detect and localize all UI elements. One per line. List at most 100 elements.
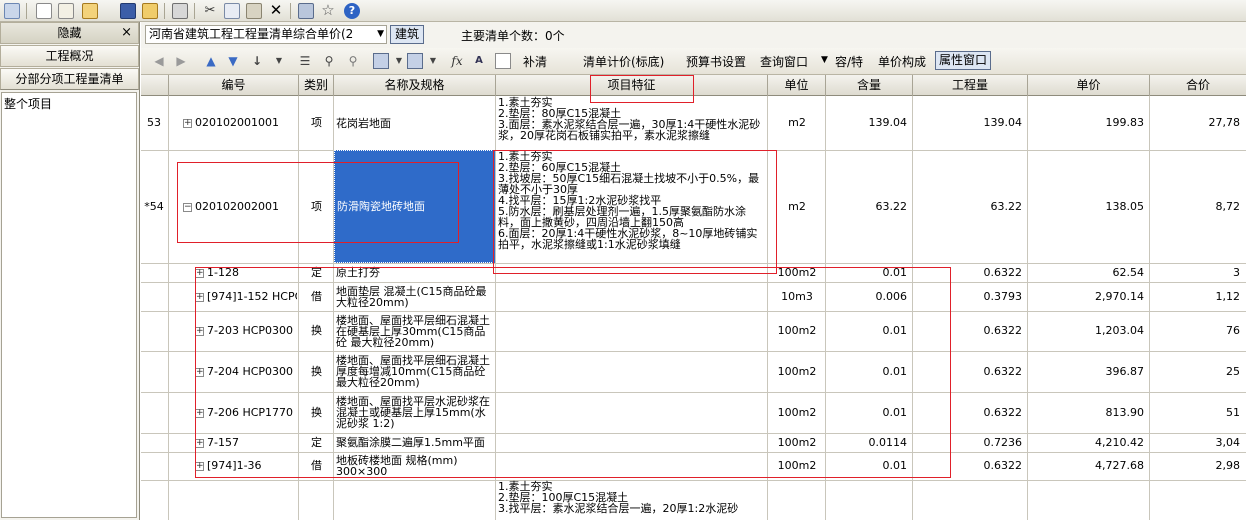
cell-total[interactable]: 8,72 (1152, 150, 1244, 263)
chevron-down-icon[interactable]: ▼ (271, 53, 287, 69)
print-icon[interactable] (172, 3, 188, 19)
replace-icon[interactable]: ⚲ (345, 53, 361, 69)
cell-feature[interactable]: 1.素土夯实 2.垫层：80厚C15混凝土 3.面层：素水泥浆结合层一遍，30厚… (498, 96, 766, 150)
cell-unit[interactable]: 100m2 (770, 263, 824, 282)
cell-row-no[interactable] (141, 282, 167, 311)
cell-name[interactable]: 地面垫层 混凝土(C15商品砼最大粒径20mm) (336, 282, 494, 311)
project-overview-button[interactable]: 工程概况 (0, 45, 139, 67)
cell-total[interactable]: 51 (1152, 392, 1244, 433)
cell-code[interactable]: + [974]1-152 HCPO (171, 282, 297, 311)
chevron-down-icon[interactable]: ▼ (425, 53, 441, 69)
toolbar-content-feature[interactable]: 容/特 (835, 53, 863, 70)
preview-icon[interactable] (4, 3, 20, 19)
cell-name[interactable]: 聚氨酯涂膜二遍厚1.5mm平面 (336, 433, 494, 452)
expand-icon[interactable]: + (195, 367, 204, 377)
cell-unit[interactable]: 100m2 (770, 452, 824, 480)
toolbar-budget-settings[interactable]: 预算书设置 (686, 53, 746, 70)
pricing-standard-select[interactable]: 河南省建筑工程工程量清单综合单价(2 ▼ (145, 25, 387, 44)
cell-code[interactable]: −020102002001 (171, 150, 297, 263)
expand-icon[interactable]: + (195, 268, 204, 278)
cell-feature[interactable] (498, 433, 766, 452)
cell-name[interactable]: 防滑陶瓷地砖地面 (334, 150, 496, 263)
formula-icon[interactable]: fx (449, 53, 465, 69)
cell-unit[interactable]: 10m3 (770, 282, 824, 311)
cell-feature[interactable] (498, 282, 766, 311)
cell-name[interactable] (336, 480, 494, 520)
cell-unit[interactable]: 100m2 (770, 433, 824, 452)
expand-icon[interactable]: + (183, 118, 192, 128)
cell-feature[interactable] (498, 452, 766, 480)
cell-total[interactable] (1152, 480, 1244, 520)
cell-unit[interactable]: 100m2 (770, 351, 824, 392)
cell-content[interactable]: 0.0114 (828, 433, 911, 452)
cell-total[interactable]: 27,78 (1152, 96, 1244, 150)
header-unit[interactable]: 单位 (768, 75, 826, 96)
cell-qty[interactable]: 0.6322 (915, 452, 1026, 480)
cell-name[interactable]: 楼地面、屋面找平层细石混凝土厚度每增减10mm(C15商品砼最大粒径20mm) (336, 351, 494, 392)
cell-total[interactable]: 76 (1152, 311, 1244, 351)
expand-icon[interactable]: + (195, 326, 204, 336)
tree-item-root[interactable]: 整个项目 (4, 95, 52, 112)
cell-qty[interactable] (915, 480, 1026, 520)
cell-type[interactable]: 项 (301, 150, 332, 263)
cell-total[interactable]: 3,04 (1152, 433, 1244, 452)
cell-type[interactable]: 换 (301, 392, 332, 433)
folder-icon[interactable] (82, 3, 98, 19)
paste-icon[interactable] (246, 3, 262, 19)
cell-price[interactable]: 62.54 (1030, 263, 1148, 282)
cell-price[interactable]: 4,210.42 (1030, 433, 1148, 452)
cell-total[interactable]: 2,98 (1152, 452, 1244, 480)
header-content[interactable]: 含量 (826, 75, 913, 96)
cell-type[interactable]: 换 (301, 351, 332, 392)
cell-type[interactable]: 换 (301, 311, 332, 351)
move-down-icon[interactable]: ▼ (225, 53, 241, 69)
header-feature[interactable]: 项目特征 (496, 75, 768, 96)
cell-row-no[interactable]: 53 (141, 96, 167, 150)
cell-code[interactable]: +7-204 HCP0300 C (171, 351, 297, 392)
build-button[interactable]: 建筑 (390, 25, 424, 44)
cell-total[interactable]: 1,12 (1152, 282, 1244, 311)
cell-feature[interactable] (498, 392, 766, 433)
cell-qty[interactable]: 139.04 (915, 96, 1026, 150)
save-icon[interactable] (120, 3, 136, 19)
cell-type[interactable]: 借 (301, 452, 332, 480)
cell-feature[interactable]: 1.素土夯实 2.垫层：60厚C15混凝土 3.找坡层：50厚C15细石混凝土找… (498, 150, 766, 263)
header-quantity[interactable]: 工程量 (913, 75, 1028, 96)
cell-content[interactable]: 0.006 (828, 282, 911, 311)
cell-content[interactable]: 0.01 (828, 351, 911, 392)
cell-qty[interactable]: 0.6322 (915, 263, 1026, 282)
boq-tab[interactable]: 分部分项工程量清单 (0, 68, 139, 90)
cell-code[interactable]: +020102001001 (171, 96, 297, 150)
header-code[interactable]: 编号 (169, 75, 299, 96)
cell-name[interactable]: 原土打夯 (336, 263, 494, 282)
sort-icon[interactable]: ↓ (249, 53, 265, 69)
cell-qty[interactable]: 0.6322 (915, 351, 1026, 392)
cell-feature[interactable]: 1.素土夯实 2.垫层：100厚C15混凝土 3.找平层：素水泥浆结合层一遍，2… (498, 480, 766, 520)
copy-icon[interactable] (224, 3, 240, 19)
cell-type[interactable]: 定 (301, 433, 332, 452)
cell-code[interactable] (171, 480, 297, 520)
cell-total[interactable]: 3 (1152, 263, 1244, 282)
chevron-down-icon[interactable]: ▼ (821, 55, 828, 65)
cell-price[interactable]: 813.90 (1030, 392, 1148, 433)
cell-qty[interactable]: 0.6322 (915, 392, 1026, 433)
cell-content[interactable] (828, 480, 911, 520)
header-name[interactable]: 名称及规格 (334, 75, 496, 96)
cell-content[interactable]: 0.01 (828, 311, 911, 351)
cell-row-no[interactable] (141, 452, 167, 480)
cell-name[interactable]: 楼地面、屋面找平层细石混凝土在硬基层上厚30mm(C15商品砼 最大粒径20mm… (336, 311, 494, 351)
close-icon[interactable]: × (121, 23, 132, 43)
cell-row-no[interactable] (141, 263, 167, 282)
cell-code[interactable]: +7-157 (171, 433, 297, 452)
cell-unit[interactable]: 100m2 (770, 392, 824, 433)
cell-content[interactable]: 0.01 (828, 452, 911, 480)
forward-icon[interactable]: ▶ (173, 53, 189, 69)
toolbar-price-composition[interactable]: 单价构成 (878, 53, 926, 70)
hide-panel-button[interactable]: 隐藏 × (0, 22, 139, 44)
cell-type[interactable]: 借 (301, 282, 332, 311)
toolbar-supplement[interactable]: 补清 (523, 53, 547, 70)
cell-row-no[interactable] (141, 433, 167, 452)
cell-content[interactable]: 0.01 (828, 263, 911, 282)
toolbar-pricing[interactable]: 清单计价(标底) (583, 53, 664, 70)
document-icon[interactable] (495, 53, 511, 69)
